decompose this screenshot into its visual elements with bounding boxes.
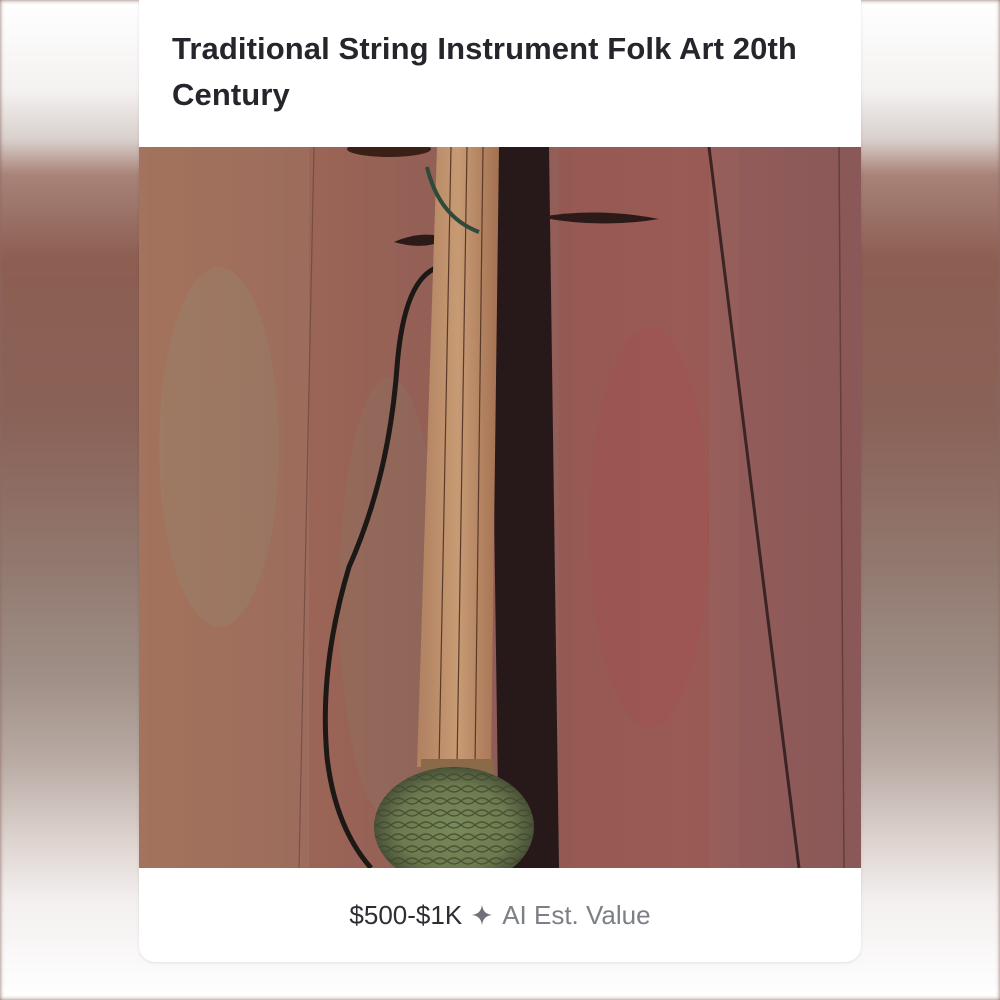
listing-title: Traditional String Instrument Folk Art 2… [172,31,797,112]
sparkle-icon [472,904,493,926]
estimate-row: $500-$1K AI Est. Value [139,868,861,962]
estimate-label: AI Est. Value [502,900,651,930]
listing-card[interactable]: Traditional String Instrument Folk Art 2… [139,0,861,962]
listing-photo[interactable] [139,147,861,868]
price-range: $500-$1K [349,900,463,930]
